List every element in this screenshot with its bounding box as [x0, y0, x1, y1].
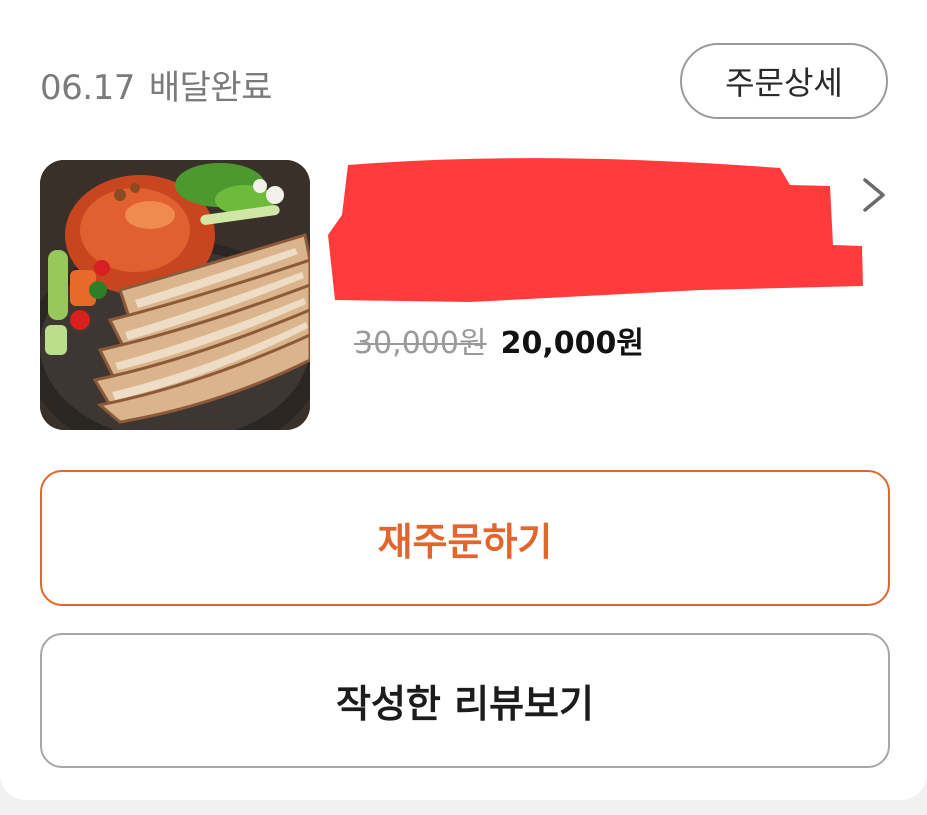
order-status: 배달완료 — [148, 68, 273, 108]
order-date: 06.17 — [40, 68, 135, 108]
chevron-right-icon[interactable] — [855, 175, 895, 215]
view-review-button[interactable]: 작성한 리뷰보기 — [40, 633, 890, 768]
price-row: 30,000원 20,000원 — [354, 318, 644, 362]
product-image[interactable] — [40, 160, 310, 430]
bossam-food-photo — [40, 160, 310, 430]
order-detail-button[interactable]: 주문상세 — [680, 43, 888, 119]
reorder-button[interactable]: 재주문하기 — [40, 470, 890, 606]
sale-price: 20,000원 — [500, 326, 644, 361]
order-header: 06.17 배달완료 — [40, 60, 272, 109]
order-card: 06.17 배달완료 주문상세 30,000원 20,000원 재주문하기 작성… — [0, 0, 927, 800]
original-price: 30,000원 — [354, 326, 487, 361]
